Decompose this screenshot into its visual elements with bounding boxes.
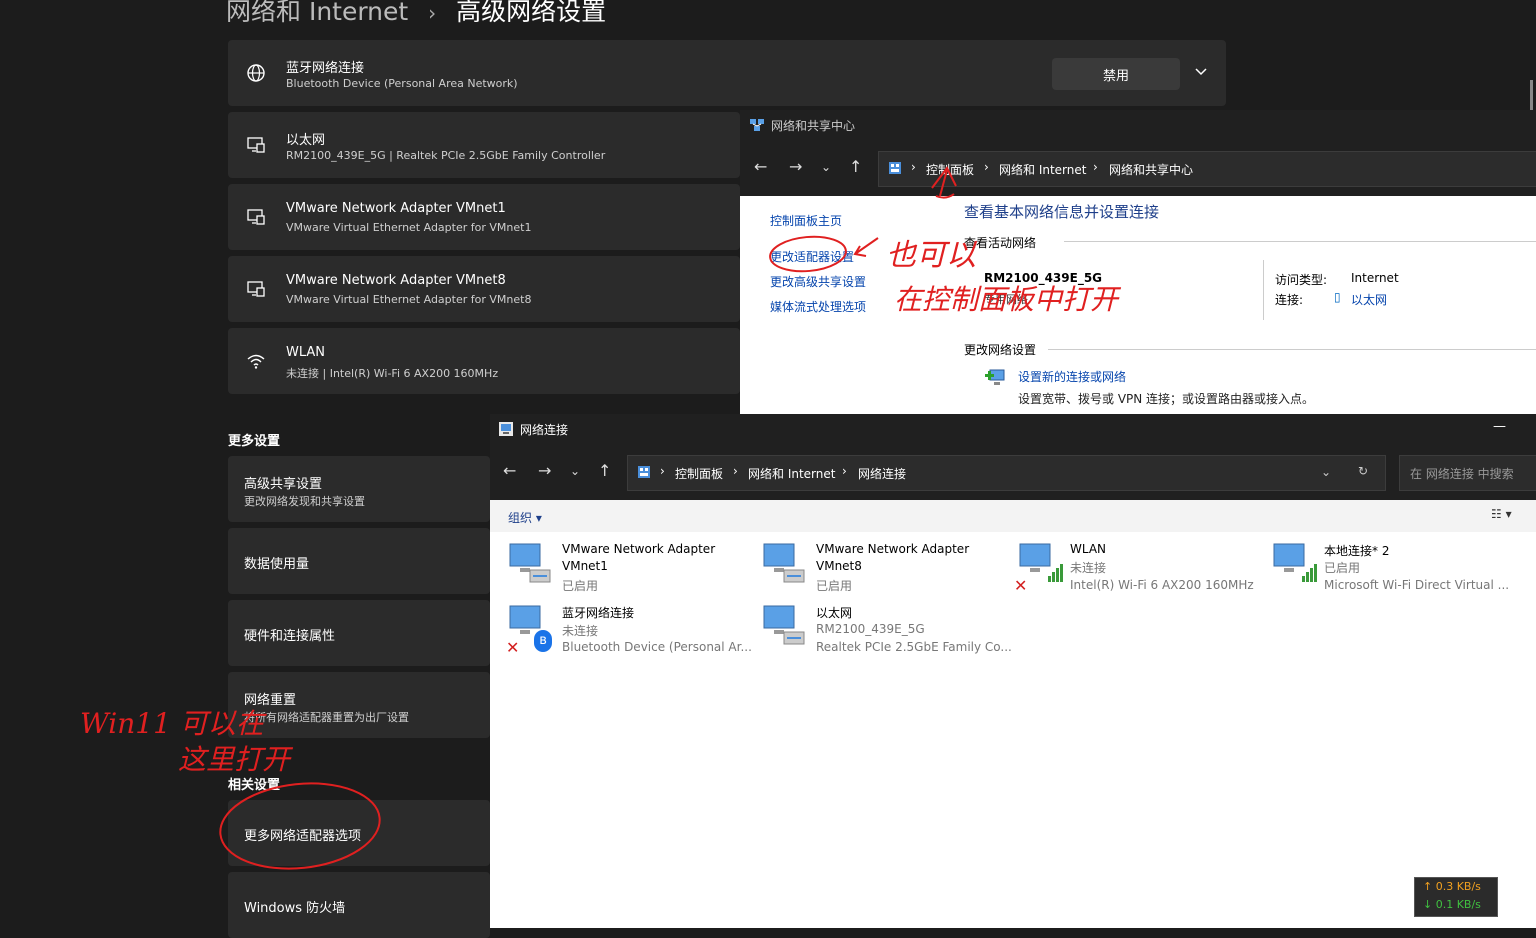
annotation-text: 也可以 <box>886 238 976 273</box>
annotation-circle <box>769 235 847 273</box>
network-speed-widget: ↑ 0.3 KB/s ↓ 0.1 KB/s <box>1414 877 1498 917</box>
annotation-text: Win11 可以在 <box>80 707 264 740</box>
upload-speed: ↑ 0.3 KB/s <box>1423 880 1481 893</box>
annotation-arrow <box>853 237 879 257</box>
annotation-arrow <box>931 166 957 199</box>
annotation-text: 这里打开 <box>178 743 291 776</box>
annotation-circle <box>219 782 381 870</box>
download-speed: ↓ 0.1 KB/s <box>1423 898 1481 911</box>
annotation-layer <box>219 166 957 870</box>
annotation-text: 在控制面板中打开 <box>894 283 1119 316</box>
